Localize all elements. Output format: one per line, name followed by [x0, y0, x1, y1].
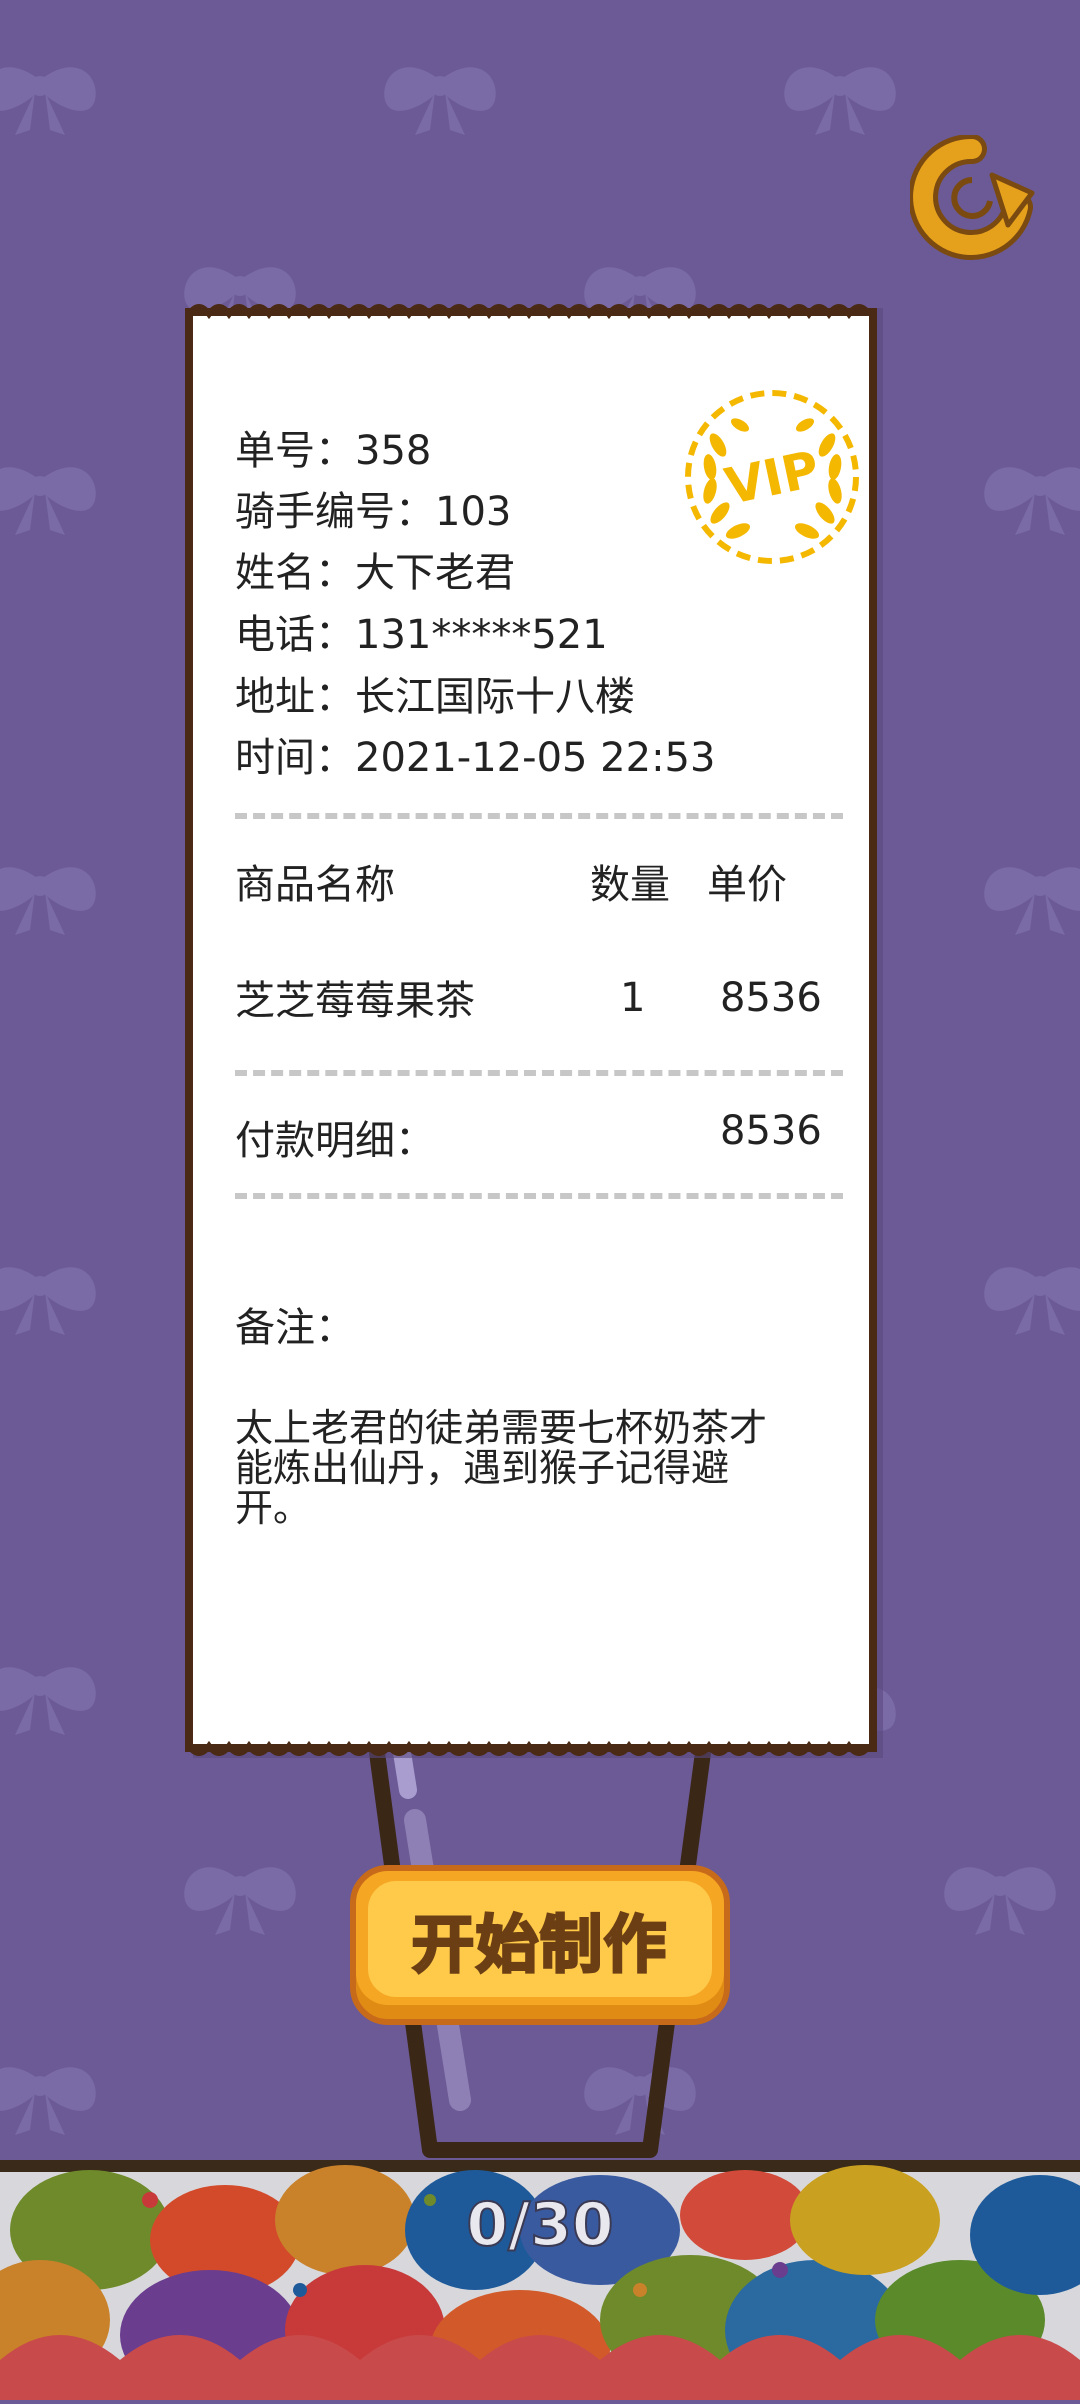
notes-label: 备注：: [235, 1305, 355, 1351]
payment-label: 付款明细：: [235, 1118, 435, 1164]
refresh-icon: [908, 133, 1035, 260]
order-number-label: 单号：: [235, 428, 355, 474]
order-time: 2021-12-05 22:53: [355, 735, 716, 781]
address-row: 地址：长江国际十八楼: [235, 664, 635, 722]
address-label: 地址：: [235, 674, 355, 720]
divider: [235, 1193, 843, 1199]
rider-number-row: 骑手编号：103: [235, 479, 511, 537]
payment-total: 8536: [720, 1108, 822, 1154]
order-number: 358: [355, 428, 432, 474]
notes-line-3: 开。: [235, 1486, 312, 1530]
time-label: 时间：: [235, 735, 355, 781]
items-header-name: 商品名称: [235, 862, 395, 908]
rider-number: 103: [435, 489, 512, 535]
notes-line-1: 太上老君的徒弟需要七杯奶茶才: [235, 1406, 768, 1450]
phone-number: 131*****521: [355, 612, 608, 658]
progress-counter: 0/30: [465, 2189, 614, 2261]
order-number-row: 单号：358: [235, 418, 431, 476]
divider: [235, 813, 843, 819]
items-header-price: 单价: [707, 862, 787, 908]
item-name: 芝芝莓莓果茶: [235, 978, 475, 1024]
order-receipt: 单号：358 骑手编号：103 姓名：大下老君 电话：131*****521 地…: [185, 300, 885, 1760]
customer-name-row: 姓名：大下老君: [235, 540, 515, 598]
divider: [235, 1070, 843, 1076]
refresh-button[interactable]: [908, 133, 1035, 260]
customer-name: 大下老君: [355, 550, 515, 596]
phone-label: 电话：: [235, 612, 355, 658]
start-making-button[interactable]: 开始制作: [350, 1865, 730, 2025]
start-making-label: 开始制作: [410, 1907, 668, 1983]
address: 长江国际十八楼: [355, 674, 635, 720]
customer-name-label: 姓名：: [235, 550, 355, 596]
vip-stamp-icon: VIP: [685, 390, 859, 564]
time-row: 时间：2021-12-05 22:53: [235, 725, 715, 783]
item-price: 8536: [720, 975, 822, 1021]
vip-text: VIP: [720, 440, 824, 516]
notes-line-2: 能炼出仙丹，遇到猴子记得避: [235, 1446, 730, 1490]
phone-row: 电话：131*****521: [235, 602, 608, 660]
items-header-qty: 数量: [590, 862, 670, 908]
rider-number-label: 骑手编号：: [235, 489, 435, 535]
item-qty: 1: [620, 975, 646, 1021]
